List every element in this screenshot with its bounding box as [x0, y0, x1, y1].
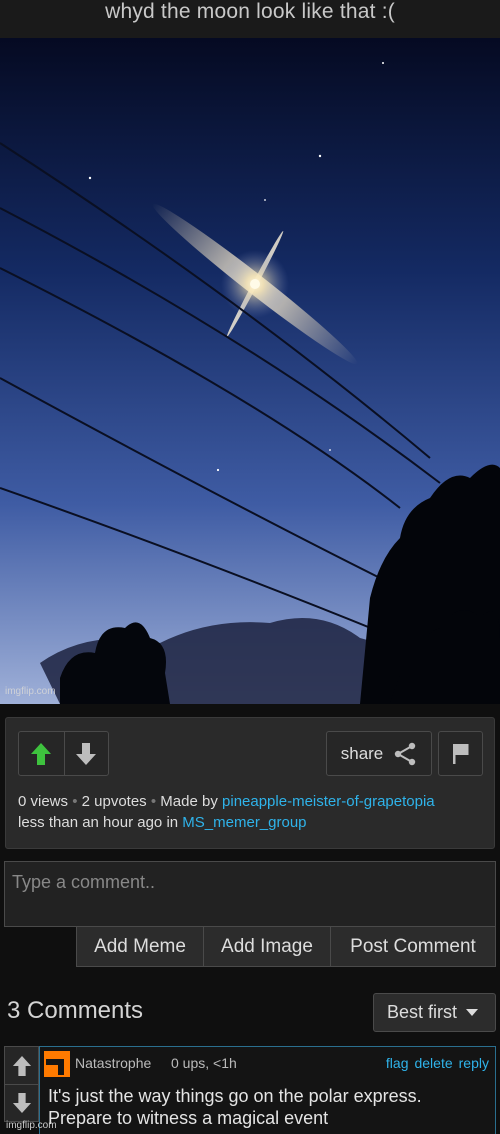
comment-username[interactable]: Natastrophe: [75, 1055, 151, 1071]
add-image-button[interactable]: Add Image: [203, 927, 330, 966]
add-meme-button[interactable]: Add Meme: [77, 927, 203, 966]
vote-group: [18, 731, 109, 776]
flag-icon: [452, 743, 468, 764]
stream-link[interactable]: MS_memer_group: [182, 814, 306, 831]
share-icon: [395, 742, 416, 765]
upvote-count: 2 upvotes: [81, 793, 147, 810]
comment-upvote-button[interactable]: [5, 1047, 38, 1084]
avatar: [44, 1051, 70, 1077]
comment-buttons: Add Meme Add Image Post Comment: [76, 926, 496, 967]
post-comment-button[interactable]: Post Comment: [330, 927, 495, 966]
post-meta: 0 views • 2 upvotes • Made by pineapple-…: [18, 791, 435, 833]
comment-box: [4, 861, 496, 927]
sort-value: Best first: [387, 1002, 458, 1022]
comment-watermark: imgflip.com: [6, 1120, 57, 1131]
arrow-up-icon: [31, 742, 52, 765]
comment-sort-select[interactable]: Best first: [373, 993, 496, 1032]
comment-item: Natastrophe 0 ups, <1h flag delete reply…: [4, 1046, 496, 1134]
comment-downvote-button[interactable]: [5, 1084, 38, 1121]
comment-input[interactable]: [5, 862, 495, 902]
arrow-down-icon: [12, 1093, 31, 1113]
post-actions-panel: share 0 views • 2 upvotes • Made by pine…: [5, 717, 495, 849]
comment-reply-link[interactable]: reply: [459, 1055, 489, 1071]
meta-separator: •: [72, 793, 78, 810]
caret-down-icon: [466, 1008, 479, 1016]
comments-count-heading: 3 Comments: [7, 997, 144, 1024]
image-watermark: imgflip.com: [5, 686, 56, 697]
comment-delete-link[interactable]: delete: [414, 1055, 452, 1071]
share-label: share: [340, 743, 384, 763]
comment-flag-link[interactable]: flag: [386, 1055, 409, 1071]
flag-button[interactable]: [438, 731, 483, 776]
share-button[interactable]: share: [326, 731, 432, 776]
meme-image: [0, 38, 500, 704]
comment-body: Natastrophe 0 ups, <1h flag delete reply…: [39, 1046, 496, 1134]
meme-title-bar: whyd the moon look like that :(: [0, 0, 500, 38]
comment-vote-group: [4, 1046, 39, 1122]
arrow-up-icon: [12, 1055, 31, 1076]
comment-text: It's just the way things go on the polar…: [48, 1086, 422, 1128]
post-time: less than an hour ago in: [18, 814, 179, 831]
downvote-button[interactable]: [63, 732, 109, 775]
author-link[interactable]: pineapple-meister-of-grapetopia: [222, 793, 435, 810]
comment-meta: 0 ups, <1h: [171, 1055, 237, 1071]
view-count: 0 views: [18, 793, 69, 810]
made-by-label: Made by: [160, 793, 218, 810]
comment-actions: flag delete reply: [386, 1055, 489, 1071]
meta-separator: •: [150, 793, 157, 810]
arrow-down-icon: [76, 742, 97, 765]
upvote-button[interactable]: [19, 732, 64, 775]
meme-title: whyd the moon look like that :(: [105, 0, 395, 23]
